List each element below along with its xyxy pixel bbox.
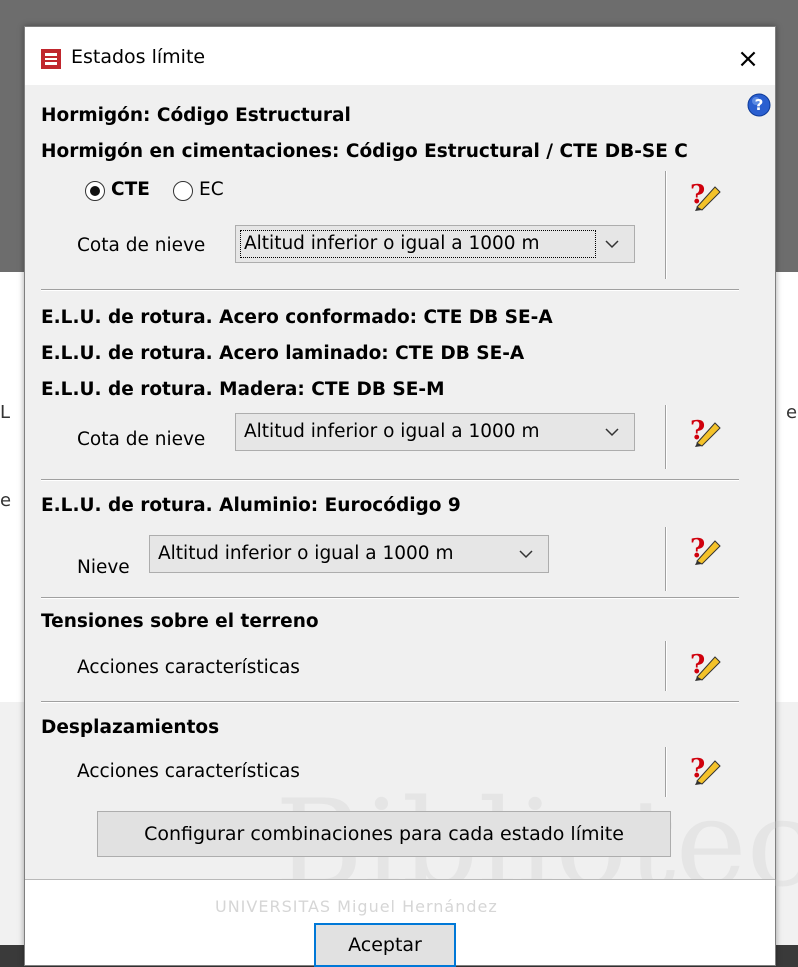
watermark-subtitle: UNIVERSITAS Miguel Hernández <box>215 897 498 916</box>
radio-ec[interactable] <box>173 181 193 201</box>
help-icon[interactable]: ? <box>747 93 771 117</box>
configurar-combinaciones-button[interactable]: Configurar combinaciones para cada estad… <box>97 811 671 857</box>
vertical-separator <box>665 405 667 469</box>
vertical-separator <box>665 527 667 591</box>
chevron-down-icon <box>605 240 619 249</box>
acciones-label: Acciones características <box>77 657 300 678</box>
section-title-hormigon: Hormigón: Código Estructural <box>41 105 351 126</box>
section-title-tensiones: Tensiones sobre el terreno <box>41 611 319 632</box>
background-text-fragment: L <box>0 402 11 423</box>
section-divider <box>41 597 739 599</box>
radio-cte[interactable] <box>85 181 105 201</box>
section-divider <box>41 701 739 703</box>
radio-cte-label[interactable]: CTE <box>111 179 150 200</box>
estados-limite-dialog: Estados límite × ? Hormigón: Código Estr… <box>24 26 798 967</box>
select-value: Altitud inferior o igual a 1000 m <box>244 233 540 254</box>
app-logo-icon <box>41 49 61 69</box>
background-text-fragment: e <box>0 490 12 511</box>
cota-nieve-select[interactable]: Altitud inferior o igual a 1000 m <box>235 225 635 263</box>
section-title-acero-laminado: E.L.U. de rotura. Acero laminado: CTE DB… <box>41 343 525 364</box>
select-value: Altitud inferior o igual a 1000 m <box>158 543 454 564</box>
cota-nieve-select[interactable]: Altitud inferior o igual a 1000 m <box>235 413 635 451</box>
section-title-aluminio: E.L.U. de rotura. Aluminio: Eurocódigo 9 <box>41 495 461 516</box>
cota-nieve-label: Cota de nieve <box>77 429 206 450</box>
radio-ec-label[interactable]: EC <box>199 179 224 200</box>
window-title: Estados límite <box>71 46 206 68</box>
select-value: Altitud inferior o igual a 1000 m <box>244 421 540 442</box>
aceptar-button[interactable]: Aceptar <box>314 923 456 967</box>
edit-help-icon[interactable]: ? <box>687 413 721 447</box>
nieve-label: Nieve <box>77 557 130 578</box>
section-divider <box>41 289 739 291</box>
title-bar: Estados límite × <box>25 27 775 85</box>
vertical-separator <box>665 171 667 279</box>
svg-text:?: ? <box>755 96 764 114</box>
edit-help-icon[interactable]: ? <box>687 647 721 681</box>
acciones-label: Acciones características <box>77 761 300 782</box>
nieve-select[interactable]: Altitud inferior o igual a 1000 m <box>149 535 549 573</box>
section-title-desplazamientos: Desplazamientos <box>41 717 220 738</box>
chevron-down-icon <box>519 550 533 559</box>
vertical-separator <box>665 641 667 691</box>
edit-help-icon[interactable]: ? <box>687 531 721 565</box>
edit-help-icon[interactable]: ? <box>687 177 721 211</box>
section-title-madera: E.L.U. de rotura. Madera: CTE DB SE-M <box>41 379 445 400</box>
section-title-cimentaciones: Hormigón en cimentaciones: Código Estruc… <box>41 141 688 162</box>
cota-nieve-label: Cota de nieve <box>77 235 206 256</box>
background-text-fragment: e <box>786 402 798 423</box>
section-divider <box>41 479 739 481</box>
section-title-acero-conformado: E.L.U. de rotura. Acero conformado: CTE … <box>41 307 553 328</box>
close-button[interactable]: × <box>730 41 766 77</box>
footer-divider <box>25 879 775 880</box>
chevron-down-icon <box>605 428 619 437</box>
radio-selected-dot <box>90 186 100 196</box>
